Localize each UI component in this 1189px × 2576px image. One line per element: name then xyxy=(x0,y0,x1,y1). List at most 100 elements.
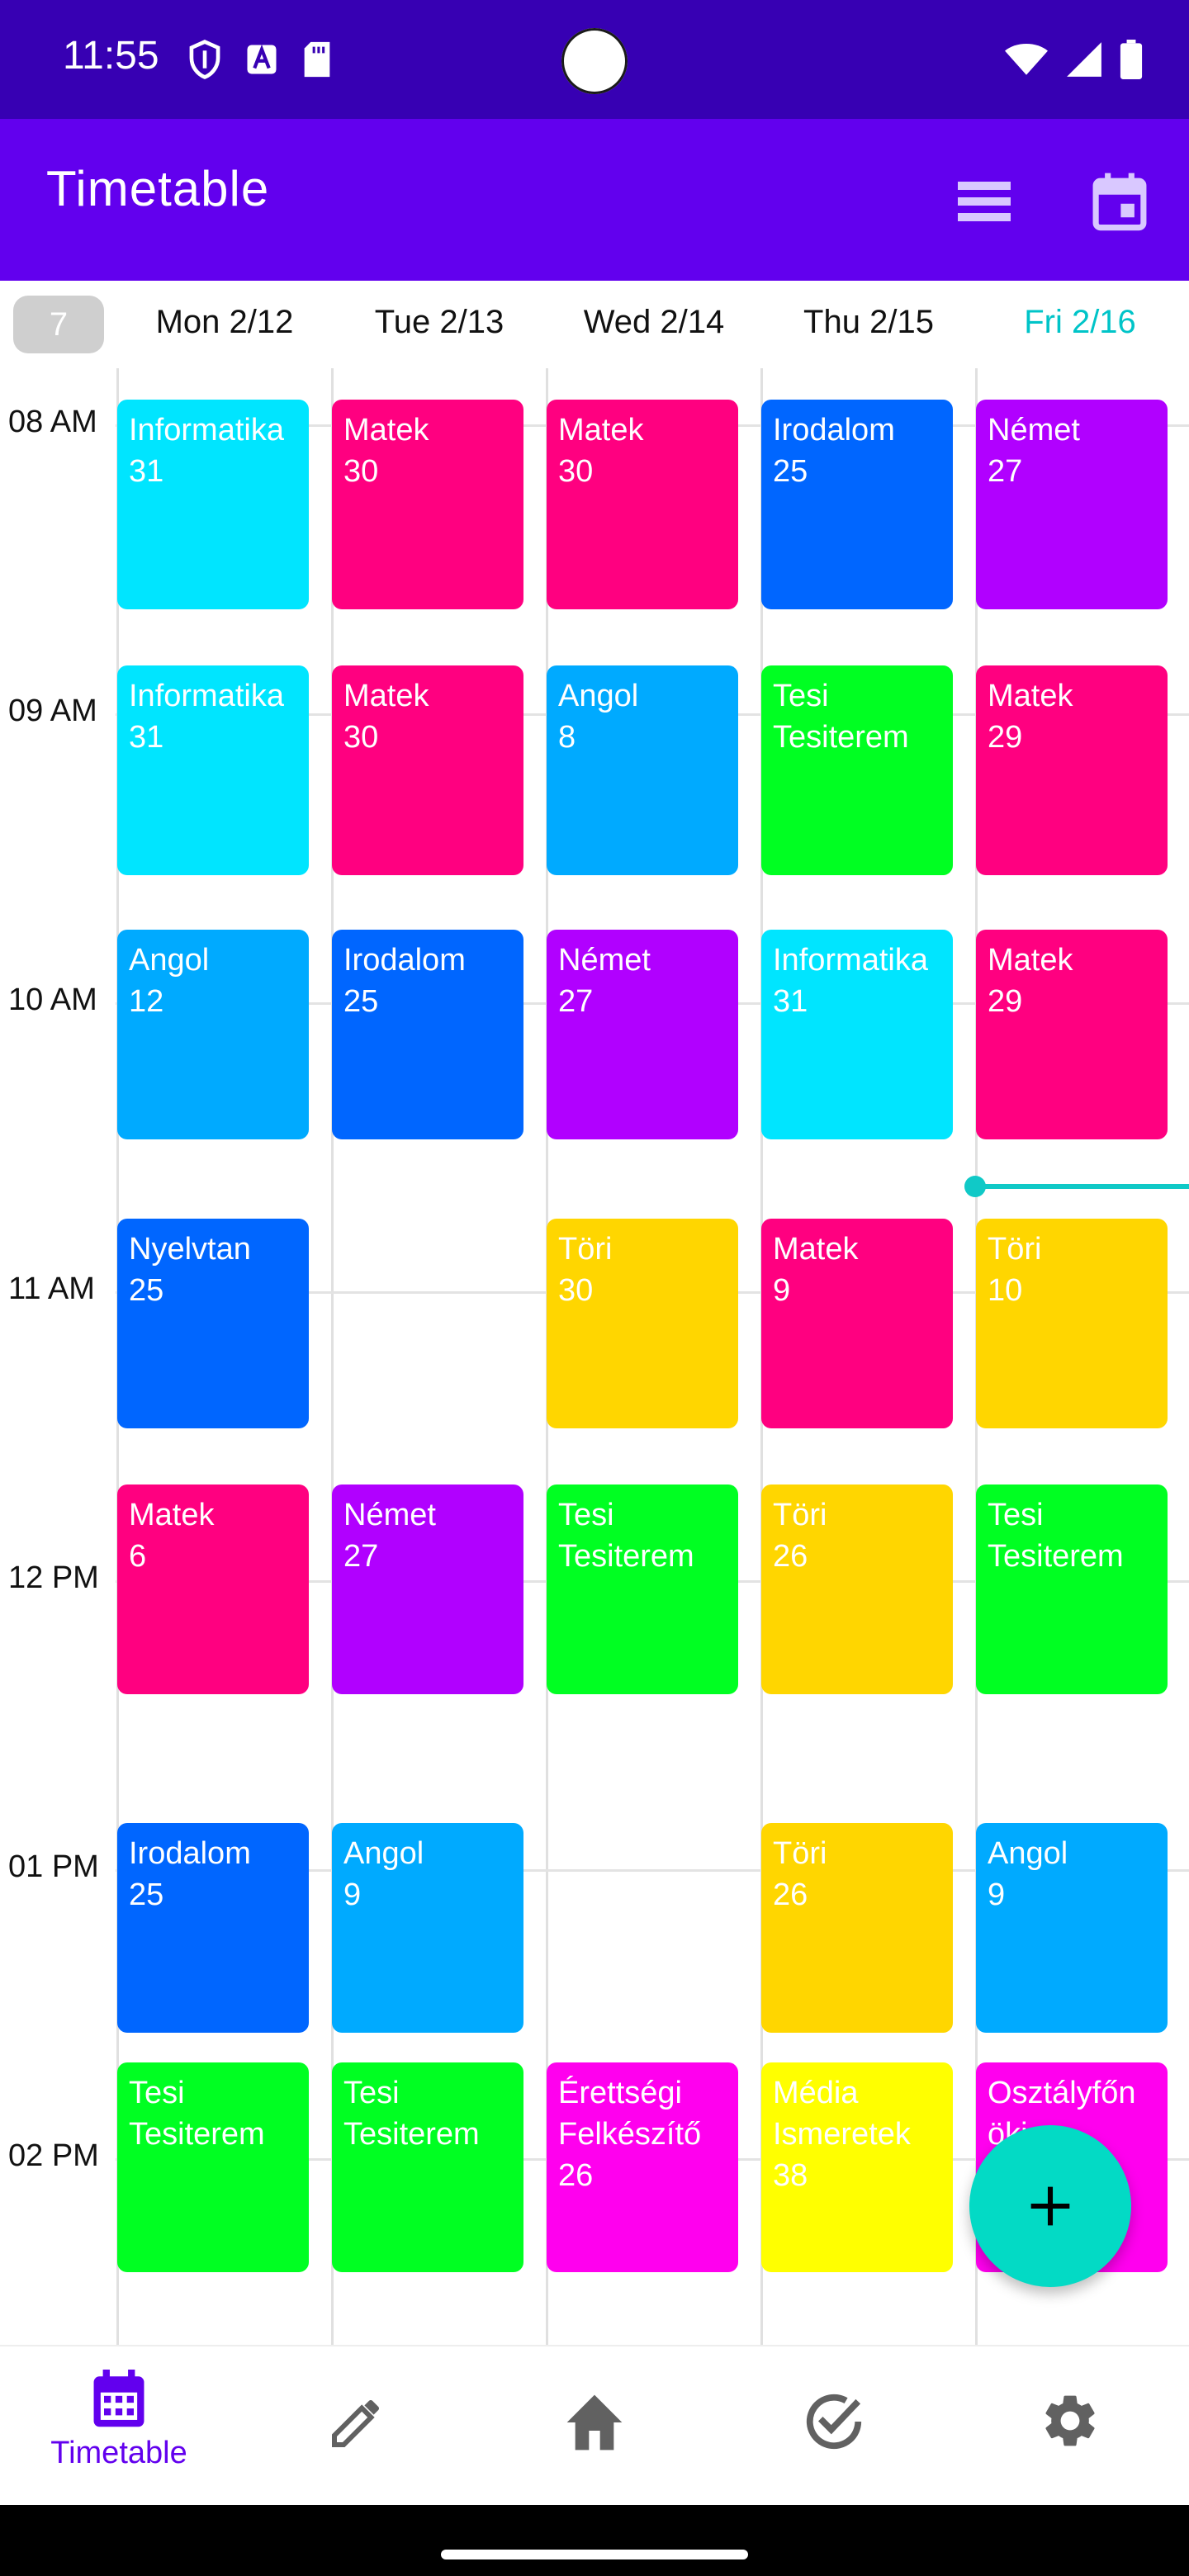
battery-icon xyxy=(1120,40,1143,79)
event-title: Matek xyxy=(988,679,1073,713)
nav-item-settings[interactable] xyxy=(996,2389,1144,2505)
event-card[interactable]: Matek 29 xyxy=(976,665,1168,875)
event-title: Matek xyxy=(988,943,1073,978)
event-card[interactable]: Irodalom 25 xyxy=(332,930,523,1139)
event-card[interactable]: Töri 30 xyxy=(547,1219,738,1428)
event-card[interactable]: Informatika 31 xyxy=(117,665,309,875)
event-card[interactable]: Töri 10 xyxy=(976,1219,1168,1428)
event-room: 27 xyxy=(558,984,594,1019)
day-header: 7 Mon 2/12 Tue 2/13 Wed 2/14 Thu 2/15 Fr… xyxy=(0,281,1189,368)
event-card[interactable]: Angol 9 xyxy=(332,1823,523,2033)
view-toggle-button[interactable] xyxy=(950,167,1019,236)
event-room: 30 xyxy=(343,454,379,489)
event-title: Angol xyxy=(343,1836,424,1871)
week-number-badge[interactable]: 7 xyxy=(13,296,104,353)
signal-icon xyxy=(1067,42,1101,77)
status-time: 11:55 xyxy=(63,34,159,78)
event-title: Érettségi xyxy=(558,2076,682,2110)
event-room: 30 xyxy=(558,454,594,489)
event-title: Informatika xyxy=(129,413,284,447)
event-card[interactable]: Matek 30 xyxy=(332,665,523,875)
event-card[interactable]: Érettségi Felkészítő 26 xyxy=(547,2062,738,2272)
event-room: 25 xyxy=(129,1878,164,1912)
event-title: Német xyxy=(988,413,1080,447)
event-card[interactable]: Média Ismeretek 38 xyxy=(761,2062,953,2272)
wifi-icon xyxy=(1005,44,1048,75)
translate-a-icon xyxy=(247,44,277,74)
app-bar: Timetable xyxy=(0,119,1189,281)
event-room: Tesiterem xyxy=(988,1539,1124,1574)
event-title: Osztályfőn xyxy=(988,2076,1136,2110)
event-card[interactable]: Német 27 xyxy=(332,1485,523,1694)
time-label: 01 PM xyxy=(8,1849,99,1884)
event-card[interactable]: Tesi Tesiterem xyxy=(117,2062,309,2272)
event-title: Matek xyxy=(343,679,429,713)
calendar-icon xyxy=(93,2370,144,2427)
event-room: 38 xyxy=(773,2158,808,2193)
event-card[interactable]: Angol 12 xyxy=(117,930,309,1139)
event-card[interactable]: Matek 30 xyxy=(332,400,523,609)
event-room: 9 xyxy=(988,1878,1006,1912)
day-label-thu: Thu 2/15 xyxy=(803,304,934,340)
event-title: Tesi xyxy=(129,2076,185,2110)
event-title: Töri xyxy=(773,1498,827,1532)
event-card[interactable]: Matek 30 xyxy=(547,400,738,609)
event-card[interactable]: Irodalom 25 xyxy=(117,1823,309,2033)
event-card[interactable]: Angol 9 xyxy=(976,1823,1168,2033)
event-title: Nyelvtan xyxy=(129,1232,251,1267)
sd-card-icon xyxy=(304,41,330,78)
add-event-button[interactable] xyxy=(969,2125,1131,2287)
nav-item-edit[interactable] xyxy=(282,2393,431,2508)
event-title: Német xyxy=(343,1498,436,1532)
nav-label-timetable: Timetable xyxy=(50,2436,187,2470)
event-title: Angol xyxy=(129,943,210,978)
event-title: Irodalom xyxy=(773,413,895,447)
event-card[interactable]: Matek 9 xyxy=(761,1219,953,1428)
event-title: Matek xyxy=(558,413,644,447)
timetable-grid[interactable]: 08 AM 09 AM 10 AM 11 AM 12 PM 01 PM 02 P… xyxy=(0,368,1189,2345)
nav-item-timetable[interactable]: Timetable xyxy=(45,2370,193,2485)
event-card[interactable]: Informatika 31 xyxy=(761,930,953,1139)
home-gesture-handle[interactable] xyxy=(441,2550,748,2559)
event-room: Tesiterem xyxy=(129,2117,265,2152)
event-card[interactable]: Irodalom 25 xyxy=(761,400,953,609)
event-title: Matek xyxy=(773,1232,859,1267)
status-icons-right xyxy=(1004,36,1143,83)
pencil-icon xyxy=(332,2399,380,2447)
nav-item-tasks[interactable] xyxy=(760,2389,908,2505)
event-room: 26 xyxy=(773,1878,808,1912)
list-view-icon xyxy=(958,182,1011,221)
event-card[interactable]: Tesi Tesiterem xyxy=(976,1485,1168,1694)
event-card[interactable]: Matek 6 xyxy=(117,1485,309,1694)
event-room: Tesiterem xyxy=(558,1539,694,1574)
time-label: 02 PM xyxy=(8,2138,99,2173)
event-card[interactable]: Német 27 xyxy=(976,400,1168,609)
day-label-mon: Mon 2/12 xyxy=(155,304,294,340)
event-card[interactable]: Matek 29 xyxy=(976,930,1168,1139)
event-room: 31 xyxy=(129,454,164,489)
event-room: 30 xyxy=(558,1273,594,1308)
current-time-line xyxy=(974,1184,1189,1189)
event-card[interactable]: Német 27 xyxy=(547,930,738,1139)
event-title: Tesi xyxy=(773,679,829,713)
today-button[interactable] xyxy=(1085,167,1154,236)
event-card[interactable]: Informatika 31 xyxy=(117,400,309,609)
status-bar: 11:55 xyxy=(0,0,1189,119)
event-room: 25 xyxy=(343,984,379,1019)
event-card[interactable]: Nyelvtan 25 xyxy=(117,1219,309,1428)
event-card[interactable]: Angol 8 xyxy=(547,665,738,875)
app-title: Timetable xyxy=(46,161,270,216)
event-title: Tesi xyxy=(558,1498,614,1532)
day-label-fri: Fri 2/16 xyxy=(1024,304,1136,340)
event-room: 25 xyxy=(773,454,808,489)
event-title: Informatika xyxy=(773,943,928,978)
event-card[interactable]: Tesi Tesiterem xyxy=(547,1485,738,1694)
event-card[interactable]: Töri 26 xyxy=(761,1485,953,1694)
event-room: 31 xyxy=(129,720,164,755)
event-card[interactable]: Tesi Tesiterem xyxy=(761,665,953,875)
event-title-line2: Felkészítő xyxy=(558,2117,702,2152)
event-card[interactable]: Tesi Tesiterem xyxy=(332,2062,523,2272)
event-title: Német xyxy=(558,943,651,978)
event-card[interactable]: Töri 26 xyxy=(761,1823,953,2033)
nav-item-home[interactable] xyxy=(520,2391,669,2507)
